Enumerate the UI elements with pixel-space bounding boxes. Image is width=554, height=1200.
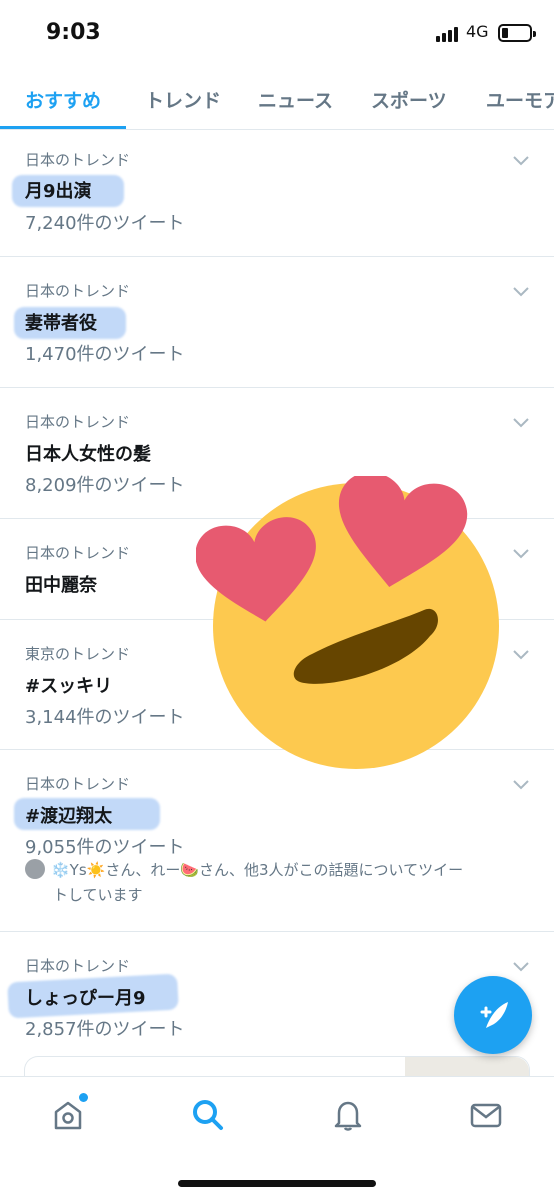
- tweet-count: 3,144件のツイート: [25, 707, 185, 728]
- tweet-count: 1,470件のツイート: [25, 344, 185, 365]
- trend-context: 日本のトレンド: [25, 544, 131, 562]
- tweet-count: 9,055件のツイート: [25, 837, 185, 858]
- trend-context: 日本のトレンド: [25, 775, 131, 793]
- network-type: 4G: [466, 22, 489, 41]
- chevron-down-icon[interactable]: [512, 961, 530, 973]
- bell-icon[interactable]: [330, 1097, 366, 1133]
- trend-name: #渡辺翔太: [25, 806, 113, 827]
- tweet-count: 7,240件のツイート: [25, 213, 185, 234]
- chevron-down-icon[interactable]: [512, 286, 530, 298]
- tab-news[interactable]: ニュース: [258, 86, 333, 113]
- chevron-down-icon[interactable]: [512, 417, 530, 429]
- chevron-down-icon[interactable]: [512, 155, 530, 167]
- tab-sports[interactable]: スポーツ: [371, 86, 447, 113]
- battery-icon: [498, 24, 536, 42]
- trend-name: 日本人女性の髪: [25, 444, 151, 465]
- tweet-count: 2,857件のツイート: [25, 1019, 185, 1040]
- explore-tabs: おすすめ トレンド ニュース スポーツ ユーモア: [0, 68, 554, 130]
- trend-context: 日本のトレンド: [25, 957, 131, 975]
- status-bar: 9:03 4G: [0, 0, 554, 68]
- notification-dot: [79, 1093, 88, 1102]
- active-tab-indicator: [0, 126, 126, 129]
- compose-tweet-icon: [480, 1002, 508, 1028]
- social-context-text: ❄️Ys☀️さん、れー🍉さん、他3人がこの話題についてツイー: [51, 861, 464, 879]
- avatar: [25, 859, 45, 879]
- trend-name: 田中麗奈: [25, 575, 97, 596]
- smiling-face-with-heart-eyes-icon: [196, 476, 499, 769]
- chevron-down-icon[interactable]: [512, 649, 530, 661]
- tab-recommended[interactable]: おすすめ: [25, 86, 101, 113]
- trend-name: 月9出演: [25, 181, 92, 202]
- trend-item[interactable]: 日本のトレンド 妻帯者役 1,470件のツイート: [0, 257, 554, 388]
- trend-item[interactable]: 日本のトレンド 月9出演 7,240件のツイート: [0, 131, 554, 257]
- social-context-text-cont: トしています: [53, 886, 143, 904]
- trend-context: 東京のトレンド: [25, 645, 131, 663]
- chevron-down-icon[interactable]: [512, 779, 530, 791]
- trend-name: 妻帯者役: [25, 313, 97, 334]
- trend-name: #スッキリ: [25, 676, 113, 697]
- compose-tweet-button[interactable]: [454, 976, 532, 1054]
- trend-name: しょっぴー月9: [25, 988, 146, 1009]
- search-icon[interactable]: [190, 1097, 226, 1133]
- chevron-down-icon[interactable]: [512, 548, 530, 560]
- trend-context: 日本のトレンド: [25, 282, 131, 300]
- trend-item[interactable]: 日本のトレンド #渡辺翔太 9,055件のツイート ❄️Ys☀️さん、れー🍉さん…: [0, 750, 554, 932]
- trend-context: 日本のトレンド: [25, 413, 131, 431]
- signal-icon: [436, 26, 462, 42]
- social-context: ❄️Ys☀️さん、れー🍉さん、他3人がこの話題についてツイー トしています: [25, 858, 525, 908]
- home-icon[interactable]: [50, 1097, 86, 1133]
- tab-trends[interactable]: トレンド: [145, 86, 221, 113]
- home-indicator[interactable]: [178, 1180, 376, 1187]
- status-time: 9:03: [46, 20, 101, 45]
- tab-humor[interactable]: ユーモア: [486, 86, 554, 113]
- tweet-count: 8,209件のツイート: [25, 475, 185, 496]
- mail-icon[interactable]: [468, 1097, 504, 1133]
- trend-context: 日本のトレンド: [25, 151, 131, 169]
